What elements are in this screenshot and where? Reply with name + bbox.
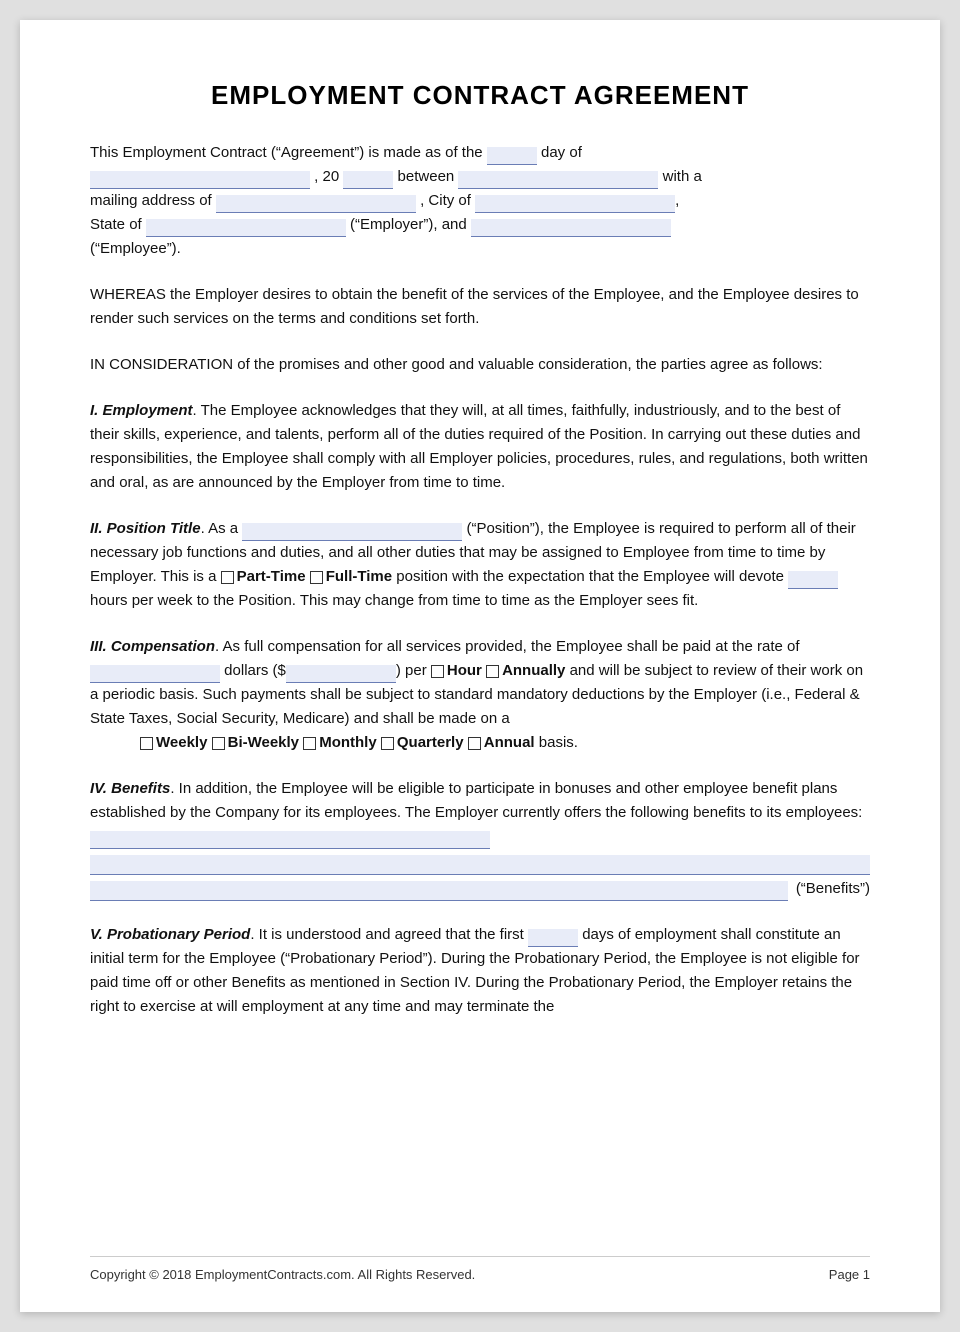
rate-field[interactable] [90, 665, 220, 683]
benefits-label: (“Benefits”) [796, 877, 870, 901]
document-title: EMPLOYMENT CONTRACT AGREEMENT [90, 80, 870, 111]
section5-heading: V. Probationary Period [90, 926, 250, 943]
full-time-label: Full-Time [326, 568, 392, 585]
section-position: II. Position Title. As a (“Position”), t… [90, 517, 870, 613]
state-label: State of [90, 216, 142, 233]
between-text: between [398, 168, 455, 185]
payment-frequency: Weekly Bi-Weekly Monthly Quarterly Annua… [90, 734, 578, 751]
annually-checkbox[interactable] [486, 665, 499, 678]
position-title-field[interactable] [242, 523, 462, 541]
city-field[interactable] [475, 195, 675, 213]
biweekly-label: Bi-Weekly [228, 734, 299, 751]
section1-heading: I. Employment [90, 402, 193, 419]
section1-text: . The Employee acknowledges that they wi… [90, 402, 868, 491]
employee-label: (“Employee”). [90, 240, 181, 257]
probation-days-field[interactable] [528, 929, 578, 947]
year-prefix: , 20 [314, 168, 339, 185]
benefits-field-2[interactable] [90, 855, 870, 875]
year-field[interactable] [343, 171, 393, 189]
employer-label: (“Employer”), and [350, 216, 467, 233]
document-page: EMPLOYMENT CONTRACT AGREEMENT This Emplo… [20, 20, 940, 1312]
annual-checkbox[interactable] [468, 737, 481, 750]
party1-field[interactable] [458, 171, 658, 189]
city-label: , City of [420, 192, 471, 209]
biweekly-checkbox[interactable] [212, 737, 225, 750]
annually-label: Annually [502, 662, 565, 679]
weekly-label: Weekly [156, 734, 207, 751]
with-text: with a [663, 168, 702, 185]
intro-line1-mid: day of [541, 144, 582, 161]
state-field[interactable] [146, 219, 346, 237]
intro-paragraph: This Employment Contract (“Agreement”) i… [90, 141, 870, 261]
section2-heading: II. Position Title [90, 520, 201, 537]
month-field[interactable] [90, 171, 310, 189]
quarterly-label: Quarterly [397, 734, 464, 751]
quarterly-checkbox[interactable] [381, 737, 394, 750]
hour-label: Hour [447, 662, 482, 679]
section-employment: I. Employment. The Employee acknowledges… [90, 399, 870, 495]
weekly-checkbox[interactable] [140, 737, 153, 750]
consideration-paragraph: IN CONSIDERATION of the promises and oth… [90, 353, 870, 377]
dollar-field[interactable] [286, 665, 396, 683]
mailing-label: mailing address of [90, 192, 212, 209]
footer-page: Page 1 [829, 1267, 870, 1282]
day-field[interactable] [487, 147, 537, 165]
section4-heading: IV. Benefits [90, 780, 170, 797]
footer-copyright: Copyright © 2018 EmploymentContracts.com… [90, 1267, 475, 1282]
document-footer: Copyright © 2018 EmploymentContracts.com… [90, 1256, 870, 1282]
section-benefits: IV. Benefits. In addition, the Employee … [90, 777, 870, 901]
benefits-field-1[interactable] [90, 831, 490, 849]
part-time-label: Part-Time [237, 568, 306, 585]
intro-line1-pre: This Employment Contract (“Agreement”) i… [90, 144, 483, 161]
section-probationary: V. Probationary Period. It is understood… [90, 923, 870, 1019]
full-time-checkbox[interactable] [310, 571, 323, 584]
section-compensation: III. Compensation. As full compensation … [90, 635, 870, 755]
benefits-field-3[interactable] [90, 881, 788, 901]
employee-name-field[interactable] [471, 219, 671, 237]
annual-label: Annual [484, 734, 535, 751]
whereas-paragraph: WHEREAS the Employer desires to obtain t… [90, 283, 870, 331]
address-field[interactable] [216, 195, 416, 213]
hour-checkbox[interactable] [431, 665, 444, 678]
hours-field[interactable] [788, 571, 838, 589]
monthly-checkbox[interactable] [303, 737, 316, 750]
monthly-label: Monthly [319, 734, 377, 751]
section3-heading: III. Compensation [90, 638, 215, 655]
part-time-checkbox[interactable] [221, 571, 234, 584]
